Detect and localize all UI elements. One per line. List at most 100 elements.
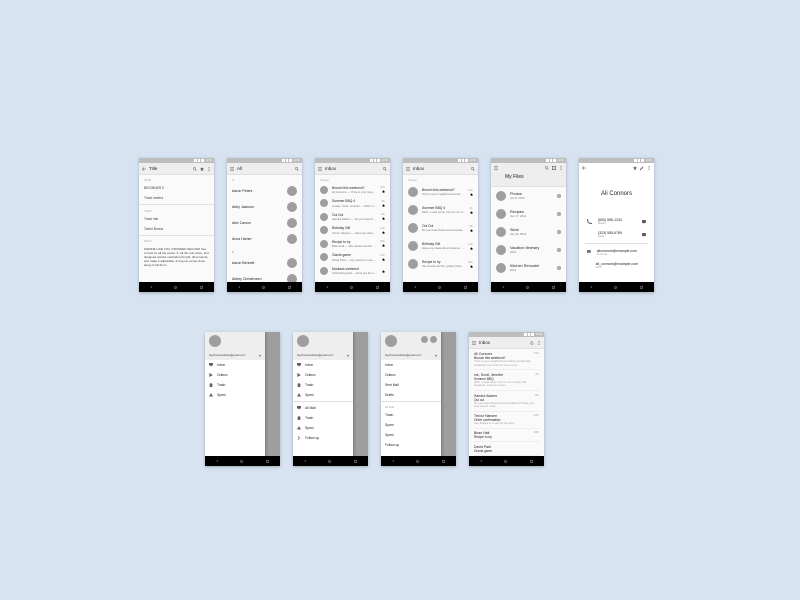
email-row[interactable]: Brunch this weekend?I'll be in your neig… <box>403 183 478 201</box>
menu-icon[interactable] <box>494 166 498 170</box>
star-icon[interactable] <box>382 258 385 261</box>
email-row[interactable]: Summer BBQ 4to Alex, Scott, Jennifer — W… <box>315 197 390 211</box>
drawer-item[interactable]: Inbox <box>293 360 353 370</box>
email-row[interactable]: Brunch this weekend?Ali Connors — I'll b… <box>315 183 390 197</box>
account-dropdown-icon[interactable] <box>347 355 349 357</box>
email-row[interactable]: Birthday GiftHave any ideas about what w… <box>403 237 478 255</box>
view-icon[interactable] <box>552 166 556 170</box>
menu-icon[interactable] <box>406 167 410 171</box>
email-row[interactable]: Summer BBQ 4Wish I could come, but I'm o… <box>403 201 478 219</box>
star-icon[interactable] <box>470 265 473 268</box>
email-thread[interactable]: Sandra Adams6hr Oui oui Do you have Pari… <box>469 391 544 411</box>
contact-detail-row[interactable]: aliconnors@example.comPersonal <box>579 246 654 259</box>
more-icon[interactable] <box>647 166 651 170</box>
drawer-item[interactable]: Spam <box>381 420 441 430</box>
star-icon[interactable] <box>382 231 385 234</box>
email-thread[interactable]: Ali Connors15m Brunch this weekend? I'll… <box>469 349 544 369</box>
more-icon[interactable] <box>207 167 211 171</box>
star-icon[interactable] <box>382 190 385 193</box>
email-row[interactable]: Recipe to tryWe should eat this: grilled… <box>403 255 478 273</box>
info-icon[interactable] <box>557 230 561 234</box>
search-icon[interactable] <box>471 167 475 171</box>
star-icon[interactable] <box>633 166 637 170</box>
contact-detail-row[interactable]: (650) 555-1234Mobile <box>579 215 654 228</box>
email-thread[interactable]: Brian Halt18hr Recipe to try <box>469 428 544 441</box>
drawer-item[interactable]: Outbox <box>381 370 441 380</box>
drawer-item[interactable]: All Mail <box>293 403 353 413</box>
search-icon[interactable] <box>193 167 197 171</box>
nav-home[interactable] <box>174 286 177 289</box>
drawer-item[interactable]: Sent Mail <box>381 380 441 390</box>
contact-row[interactable]: Alex Carson <box>227 215 302 231</box>
star-icon[interactable] <box>382 204 385 207</box>
info-icon[interactable] <box>557 248 561 252</box>
drawer-item[interactable]: Trash <box>381 410 441 420</box>
edit-icon[interactable] <box>640 166 644 170</box>
drawer-item[interactable]: Spam <box>205 390 265 400</box>
search-icon[interactable] <box>295 167 299 171</box>
star-icon[interactable] <box>382 270 385 273</box>
search-icon[interactable] <box>545 166 549 170</box>
file-row[interactable]: WorkJan 28, 2014 <box>491 223 566 241</box>
list-item[interactable]: Track meters <box>139 193 214 203</box>
email-thread[interactable]: Trevor Hansen12hr Order confirmation Hey… <box>469 411 544 428</box>
list-item[interactable]: Track hits <box>139 214 214 224</box>
contact-detail-row[interactable]: ali_connors@example.comWork <box>579 259 654 272</box>
account-dropdown-icon[interactable] <box>435 355 437 357</box>
info-icon[interactable] <box>557 212 561 216</box>
drawer-item[interactable]: Spam <box>293 423 353 433</box>
drawer-item[interactable]: Follow up <box>293 433 353 443</box>
contact-row[interactable]: Aaron Bennett <box>227 255 302 271</box>
nav-back[interactable] <box>150 286 152 288</box>
file-row[interactable]: Kitchen Remodel2014 <box>491 259 566 277</box>
search-icon[interactable] <box>383 167 387 171</box>
drawer-item[interactable]: Follow up <box>381 440 441 450</box>
email-row[interactable]: Birthday GiftTrevor Hansen — Have any id… <box>315 224 390 238</box>
drawer-header[interactable]: heyfromjonathan@gmail.com <box>293 332 353 360</box>
star-icon[interactable] <box>470 193 473 196</box>
email-row[interactable]: Montauk weekendSylvia Raynolds — Here ar… <box>315 264 390 278</box>
email-row[interactable]: Oui OuiDo you have Paris recommendations… <box>403 219 478 237</box>
drawer-item[interactable]: Outbox <box>205 370 265 380</box>
file-row[interactable]: RecipesJan 17, 2014 <box>491 205 566 223</box>
email-row[interactable]: Recipe to tryBrian Halt — We should eat … <box>315 237 390 251</box>
contact-row[interactable]: Anna Hamer <box>227 231 302 247</box>
more-icon[interactable] <box>559 166 563 170</box>
other-accounts[interactable] <box>421 336 437 343</box>
drawer-item[interactable]: Spam <box>293 390 353 400</box>
drawer-item[interactable]: Trash <box>293 413 353 423</box>
star-icon[interactable] <box>470 211 473 214</box>
email-row[interactable]: Oui OuiSandra Adams — Do you have Paris … <box>315 210 390 224</box>
file-row[interactable]: Vacation Itinerary2014 <box>491 241 566 259</box>
star-icon[interactable] <box>470 247 473 250</box>
drawer-item[interactable]: Drafts <box>381 390 441 400</box>
drawer-item[interactable]: Outbox <box>293 370 353 380</box>
star-icon[interactable] <box>200 167 204 171</box>
email-thread[interactable]: me, Scott, Jennifer2hr Summer BBQ Wish I… <box>469 370 544 390</box>
refresh-icon[interactable] <box>530 341 534 345</box>
email-thread[interactable]: David Park Giants game <box>469 442 544 455</box>
menu-icon[interactable] <box>318 167 322 171</box>
drawer-item[interactable]: Inbox <box>205 360 265 370</box>
account-dropdown-icon[interactable] <box>259 355 261 357</box>
more-icon[interactable] <box>537 341 541 345</box>
star-icon[interactable] <box>382 217 385 220</box>
drawer-item[interactable]: Spam <box>381 430 441 440</box>
contact-row[interactable]: Aaron Peters <box>227 183 302 199</box>
contact-row[interactable]: Abby Jackson <box>227 199 302 215</box>
nav-recent[interactable] <box>200 286 203 289</box>
contact-detail-row[interactable]: (323) 555-6789Work <box>579 228 654 241</box>
sms-icon[interactable] <box>642 220 646 224</box>
sms-icon[interactable] <box>642 233 646 237</box>
drawer-item[interactable]: Trash <box>205 380 265 390</box>
star-icon[interactable] <box>470 229 473 232</box>
list-item[interactable]: Token Bonus <box>139 224 214 234</box>
email-row[interactable]: Giants gameDavid Park — Any interest in … <box>315 251 390 265</box>
list-item[interactable]: BEGINNER II <box>139 183 214 193</box>
drawer-header[interactable]: heyfromjonathan@gmail.com <box>381 332 441 360</box>
menu-icon[interactable] <box>472 341 476 345</box>
info-icon[interactable] <box>557 194 561 198</box>
drawer-item[interactable]: Trash <box>293 380 353 390</box>
menu-icon[interactable] <box>230 167 234 171</box>
back-icon[interactable] <box>142 167 146 171</box>
